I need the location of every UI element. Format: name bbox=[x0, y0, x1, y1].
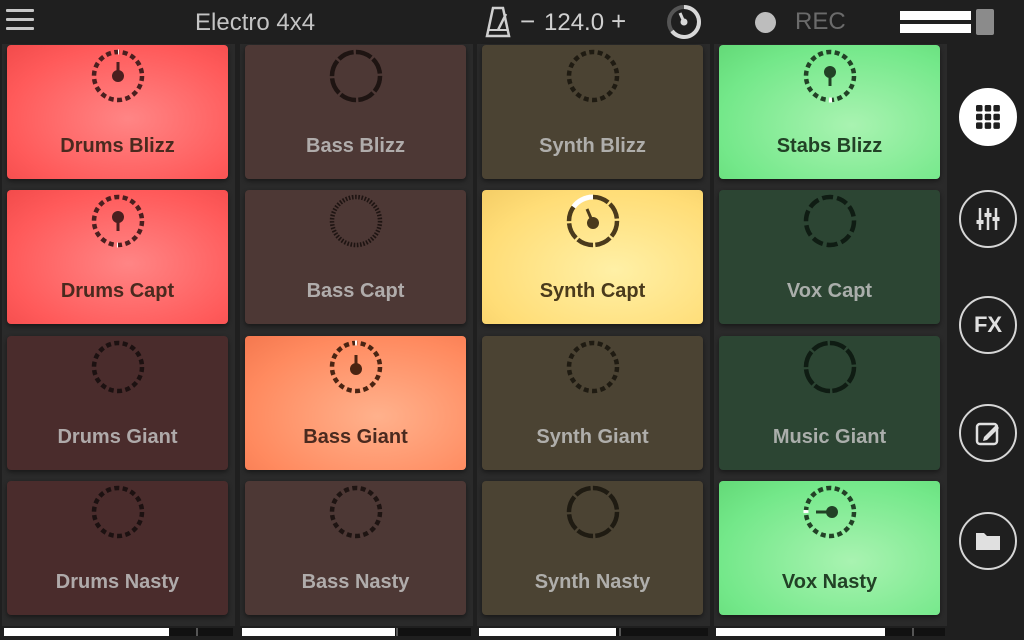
clip-stopped-icon bbox=[566, 49, 620, 103]
browse-button[interactable] bbox=[959, 512, 1017, 570]
column-volume-slider[interactable] bbox=[242, 628, 471, 636]
pad-bass-giant[interactable]: Bass Giant bbox=[245, 336, 466, 470]
pad-label: Bass Blizz bbox=[306, 135, 405, 157]
pad-music-giant[interactable]: Music Giant bbox=[719, 336, 940, 470]
clip-stopped-icon bbox=[329, 485, 383, 539]
record-dot-icon bbox=[755, 11, 776, 33]
pad-label: Bass Giant bbox=[303, 426, 408, 448]
clip-stopped-icon bbox=[566, 340, 620, 394]
tempo-increase-button[interactable]: + bbox=[611, 6, 626, 37]
column-vox: Stabs Blizz Vox Capt Music Giant Vox Nas… bbox=[712, 44, 950, 640]
metronome-icon[interactable] bbox=[484, 6, 512, 38]
pad-bass-nasty[interactable]: Bass Nasty bbox=[245, 481, 466, 615]
column-synth: Synth Blizz Synth Capt Synth Giant Synth… bbox=[475, 44, 713, 640]
column-volume-slider[interactable] bbox=[716, 628, 945, 636]
pad-bass-capt[interactable]: Bass Capt bbox=[245, 190, 466, 324]
pad-label: Synth Capt bbox=[539, 280, 646, 302]
pad-drums-blizz[interactable]: Drums Blizz bbox=[7, 45, 228, 179]
column-bass: Bass Blizz Bass Capt Bass Giant Bass Nas… bbox=[238, 44, 476, 640]
folder-icon bbox=[976, 533, 1000, 550]
pad-bass-blizz[interactable]: Bass Blizz bbox=[245, 45, 466, 179]
clip-progress-icon bbox=[91, 194, 145, 248]
edit-icon bbox=[975, 422, 999, 446]
volume-marker bbox=[396, 628, 398, 636]
tempo-dial-icon[interactable] bbox=[666, 4, 702, 40]
column-volume-slider[interactable] bbox=[479, 628, 708, 636]
clip-progress-icon bbox=[803, 49, 857, 103]
app-root: Electro 4x4 − 124.0 + REC Drums Blizz Dr… bbox=[0, 0, 1024, 640]
level-meter[interactable] bbox=[900, 9, 996, 35]
tempo-value[interactable]: 124.0 bbox=[544, 9, 604, 37]
volume-marker bbox=[912, 628, 914, 636]
pad-drums-giant[interactable]: Drums Giant bbox=[7, 336, 228, 470]
pad-label: Music Giant bbox=[772, 426, 887, 448]
clip-grid: Drums Blizz Drums Capt Drums Giant Drums… bbox=[0, 44, 950, 640]
clip-stopped-icon bbox=[803, 340, 857, 394]
pad-label: Drums Nasty bbox=[55, 571, 180, 593]
column-drums: Drums Blizz Drums Capt Drums Giant Drums… bbox=[0, 44, 238, 640]
clip-stopped-icon bbox=[329, 194, 383, 248]
volume-fill bbox=[479, 628, 616, 636]
pad-synth-nasty[interactable]: Synth Nasty bbox=[482, 481, 703, 615]
column-volume-slider[interactable] bbox=[4, 628, 233, 636]
grid-view-button[interactable] bbox=[959, 88, 1017, 146]
menu-icon[interactable] bbox=[6, 9, 34, 35]
pad-label: Bass Capt bbox=[306, 280, 405, 302]
pad-label: Vox Nasty bbox=[781, 571, 878, 593]
pad-label: Synth Giant bbox=[536, 426, 649, 448]
volume-fill bbox=[4, 628, 169, 636]
right-toolbar: FX bbox=[950, 44, 1024, 640]
fx-icon: FX bbox=[973, 312, 1003, 337]
volume-fill bbox=[242, 628, 395, 636]
clip-progress-icon bbox=[566, 194, 620, 248]
volume-marker bbox=[619, 628, 621, 636]
pad-stabs-blizz[interactable]: Stabs Blizz bbox=[719, 45, 940, 179]
pad-synth-giant[interactable]: Synth Giant bbox=[482, 336, 703, 470]
clip-progress-icon bbox=[329, 340, 383, 394]
clip-progress-icon bbox=[91, 49, 145, 103]
level-bar-right bbox=[900, 24, 971, 33]
pad-label: Synth Nasty bbox=[534, 571, 651, 593]
grid-icon bbox=[976, 105, 1000, 129]
pad-drums-nasty[interactable]: Drums Nasty bbox=[7, 481, 228, 615]
pad-drums-capt[interactable]: Drums Capt bbox=[7, 190, 228, 324]
clip-stopped-icon bbox=[329, 49, 383, 103]
project-title: Electro 4x4 bbox=[195, 9, 316, 36]
pad-label: Drums Giant bbox=[57, 426, 178, 448]
pad-label: Stabs Blizz bbox=[776, 135, 883, 157]
mixer-button[interactable] bbox=[959, 190, 1017, 248]
clip-stopped-icon bbox=[566, 485, 620, 539]
pad-vox-nasty[interactable]: Vox Nasty bbox=[719, 481, 940, 615]
pad-label: Drums Capt bbox=[60, 280, 175, 302]
pad-synth-blizz[interactable]: Synth Blizz bbox=[482, 45, 703, 179]
edit-button[interactable] bbox=[959, 404, 1017, 462]
pad-synth-capt[interactable]: Synth Capt bbox=[482, 190, 703, 324]
clip-stopped-icon bbox=[91, 485, 145, 539]
clip-stopped-icon bbox=[91, 340, 145, 394]
clip-stopped-icon bbox=[803, 194, 857, 248]
pad-label: Bass Nasty bbox=[301, 571, 410, 593]
level-bar-left bbox=[900, 11, 971, 20]
pad-label: Drums Blizz bbox=[60, 135, 175, 157]
clip-progress-icon bbox=[803, 485, 857, 539]
mixer-icon bbox=[976, 208, 1000, 230]
fx-button[interactable]: FX bbox=[959, 296, 1017, 354]
volume-fill bbox=[716, 628, 885, 636]
record-label: REC bbox=[795, 8, 846, 35]
tempo-decrease-button[interactable]: − bbox=[520, 6, 535, 37]
top-bar: Electro 4x4 − 124.0 + REC bbox=[0, 0, 1024, 44]
pad-label: Synth Blizz bbox=[539, 135, 646, 157]
volume-marker bbox=[196, 628, 198, 636]
record-button[interactable]: REC bbox=[755, 8, 846, 36]
pad-label: Vox Capt bbox=[786, 280, 873, 302]
pad-vox-capt[interactable]: Vox Capt bbox=[719, 190, 940, 324]
master-volume-handle[interactable] bbox=[976, 9, 994, 35]
